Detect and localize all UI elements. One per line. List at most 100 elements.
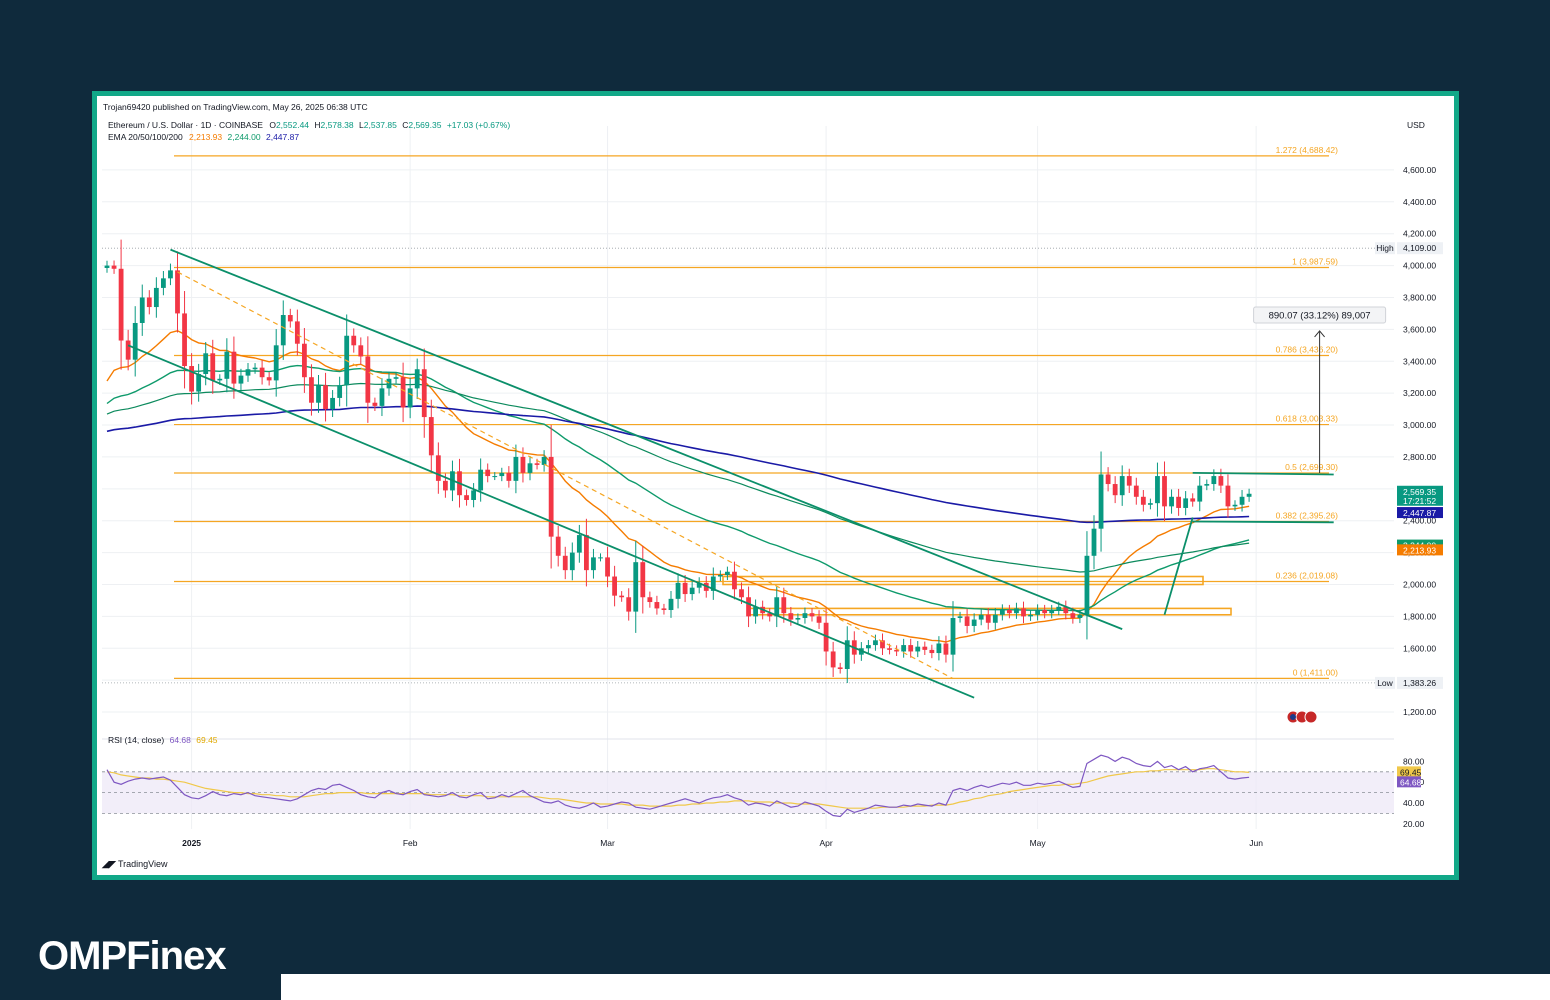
candle-body <box>132 322 138 360</box>
candle-body <box>1133 485 1139 497</box>
y-tick-label: 2,000.00 <box>1403 579 1436 589</box>
candle-body <box>118 268 124 341</box>
reference-label: High <box>1376 243 1394 253</box>
flag-inner-icon <box>1290 714 1296 720</box>
rsi-tick-label: 40.00 <box>1403 798 1425 808</box>
candle-body <box>238 375 244 384</box>
price-chart[interactable]: 1.272 (4,688.42) 1 (3,987.59) 0.786 (3,436… <box>97 96 1454 875</box>
flag-icons[interactable] <box>1286 710 1318 724</box>
rsi-legend[interactable]: RSI (14, close) 64.68 69.45 <box>108 735 218 745</box>
candle-body <box>830 651 836 668</box>
candle-body <box>259 367 265 378</box>
candle-body <box>746 597 751 617</box>
candle-body <box>1126 476 1132 486</box>
candle-body <box>647 597 653 603</box>
reference-value: 4,109.00 <box>1403 243 1436 253</box>
y-tick-label: 3,400.00 <box>1403 356 1436 366</box>
dashed-trendline <box>177 271 954 680</box>
candle-body <box>1225 485 1231 507</box>
candle-body <box>887 648 892 650</box>
range-bottom-line <box>1192 520 1334 524</box>
candle-body <box>182 313 187 367</box>
candle-body <box>435 455 441 481</box>
candle-body <box>1162 476 1167 507</box>
candle-body <box>189 366 194 392</box>
candle-body <box>266 377 272 381</box>
x-tick-label: Jun <box>1249 838 1263 848</box>
rsi-label: RSI (14, close) <box>108 735 164 745</box>
candle-body <box>732 571 737 590</box>
candle-body <box>957 616 963 618</box>
candle-body <box>668 598 674 611</box>
candle-body <box>1035 610 1040 615</box>
y-tick-label: 4,400.00 <box>1403 197 1436 207</box>
candle-body <box>196 374 202 392</box>
rsi-value: 64.68 <box>170 735 192 745</box>
candle-body <box>1091 528 1097 556</box>
candle-body <box>1007 610 1012 614</box>
candle-body <box>1105 474 1111 485</box>
candle-body <box>1190 498 1196 502</box>
candle-body <box>125 340 131 360</box>
candle-body <box>372 402 378 406</box>
symbol-legend[interactable]: Ethereum / U.S. Dollar · 1D · COINBASE O… <box>108 120 510 130</box>
close-value: 2,569.35 <box>408 120 441 130</box>
candle-body <box>816 616 822 623</box>
candle-body <box>146 297 152 308</box>
candle-body <box>1014 608 1019 614</box>
candle-body <box>1049 610 1055 614</box>
candle-body <box>1183 498 1189 508</box>
candle-body <box>584 535 589 571</box>
ema50-value: 2,244.00 <box>228 132 261 142</box>
candle-body <box>992 614 998 623</box>
chart-panel: 1.272 (4,688.42) 1 (3,987.59) 0.786 (3,436… <box>97 96 1454 875</box>
rsi-tag-label: 64.68 <box>1400 777 1422 787</box>
candle-body <box>1197 485 1203 502</box>
y-tick-label: 1,200.00 <box>1403 707 1436 717</box>
candle-body <box>386 378 392 389</box>
candle-body <box>555 536 561 556</box>
brand-logo: OMPFinex <box>38 934 227 978</box>
candle-body <box>287 315 293 322</box>
candle-body <box>499 472 505 477</box>
candle-body <box>964 616 970 626</box>
candle-body <box>619 595 625 598</box>
candle-body <box>358 345 364 357</box>
candle-body <box>302 343 307 378</box>
candle-body <box>1169 496 1174 507</box>
candle-body <box>781 597 787 614</box>
tradingview-logo[interactable]: ◢◤ TradingView <box>101 859 168 869</box>
candle-body <box>569 552 575 571</box>
candle-body <box>999 610 1005 615</box>
candle-body <box>1211 476 1217 485</box>
low-value: 2,537.85 <box>364 120 397 130</box>
rsi-ma-tag-label: 69.45 <box>1400 767 1422 777</box>
channel-upper-line <box>170 248 1123 630</box>
candle-body <box>280 315 286 346</box>
candle-body <box>640 562 646 598</box>
y-tick-label: 1,600.00 <box>1403 643 1436 653</box>
us-flag-icon[interactable] <box>1304 710 1318 724</box>
candle-body <box>478 469 484 491</box>
fib-label: 0.382 (2,395.26) <box>1276 511 1339 521</box>
candle-body <box>837 667 843 670</box>
candle-body <box>464 495 469 500</box>
y-tick-label: 2,800.00 <box>1403 452 1436 462</box>
reference-value: 1,383.26 <box>1403 678 1436 688</box>
fib-label: 0.236 (2,019.08) <box>1276 570 1339 580</box>
ema20-value: 2,213.93 <box>189 132 222 142</box>
rsi-ma-value: 69.45 <box>196 735 218 745</box>
candle-body <box>1204 484 1210 486</box>
candle-body <box>534 463 540 465</box>
candle-body <box>985 614 991 623</box>
measure-label: 890.07 (33.12%) 89,007 <box>1269 311 1371 322</box>
candle-body <box>294 321 300 344</box>
candle-body <box>873 640 878 646</box>
ema-legend[interactable]: EMA 20/50/100/200 2,213.93 2,244.00 2,44… <box>108 132 299 142</box>
candle-body <box>485 469 491 477</box>
open-value: 2,552.44 <box>276 120 309 130</box>
candle-body <box>908 645 914 652</box>
candle-body <box>915 646 921 652</box>
candle-body <box>739 589 744 598</box>
candle-body <box>203 353 209 375</box>
